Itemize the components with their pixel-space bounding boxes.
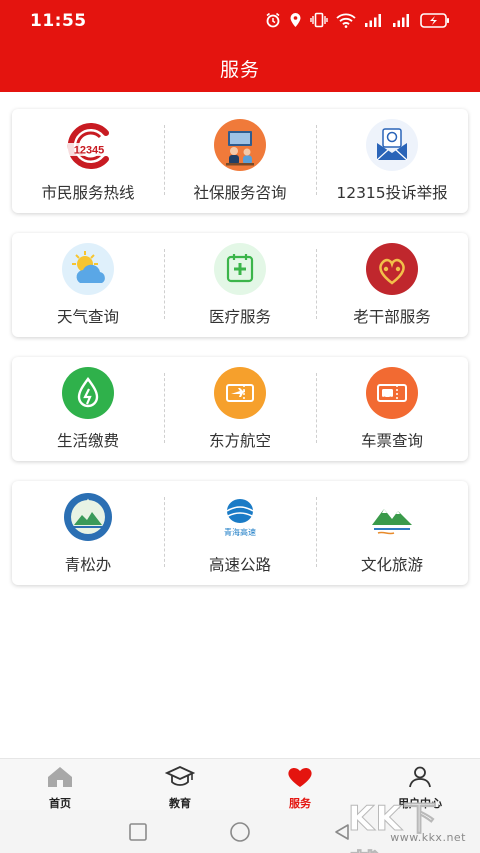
service-item-airline[interactable]: 东方航空 xyxy=(164,357,316,461)
utility-payment-icon xyxy=(62,367,114,419)
service-item-social-security[interactable]: 社保服务咨询 xyxy=(164,109,316,213)
service-label: 12315投诉举报 xyxy=(336,184,448,202)
service-label: 东方航空 xyxy=(208,432,271,450)
service-label: 高速公路 xyxy=(208,556,271,574)
service-label: 市民服务热线 xyxy=(41,184,135,202)
status-bar: 11:55 xyxy=(0,0,480,44)
service-label: 青松办 xyxy=(64,556,112,574)
service-item-highway[interactable]: 青海高速 高速公路 xyxy=(164,481,316,585)
service-item-medical[interactable]: 医疗服务 xyxy=(164,233,316,337)
culture-tourism-logo-icon xyxy=(366,491,418,543)
back-triangle-icon[interactable] xyxy=(330,820,354,844)
tab-home[interactable]: 首页 xyxy=(0,759,120,810)
complaint-mail-icon xyxy=(366,119,418,171)
service-card-row-1: 12345 市民服务热线 社保服务咨询 12315投诉举报 xyxy=(12,109,468,213)
airline-ticket-icon xyxy=(214,367,266,419)
service-item-culture-tourism[interactable]: 文化旅游 xyxy=(316,481,468,585)
services-content: 12345 市民服务热线 社保服务咨询 12315投诉举报 天气查询 医疗服务 … xyxy=(0,92,480,758)
location-icon xyxy=(289,12,302,28)
tab-education[interactable]: 教育 xyxy=(120,759,240,810)
user-icon xyxy=(407,766,433,792)
alarm-icon xyxy=(265,12,281,28)
service-item-veteran[interactable]: 老干部服务 xyxy=(316,233,468,337)
service-item-weather[interactable]: 天气查询 xyxy=(12,233,164,337)
vibrate-icon xyxy=(310,12,328,28)
wifi-icon xyxy=(336,13,356,28)
qingsong-logo-icon xyxy=(62,491,114,543)
signal-icon xyxy=(392,13,412,27)
service-card-row-2: 天气查询 医疗服务 老干部服务 xyxy=(12,233,468,337)
service-item-hotline[interactable]: 12345 市民服务热线 xyxy=(12,109,164,213)
status-icons xyxy=(265,12,450,28)
recent-apps-icon[interactable] xyxy=(126,820,150,844)
service-label: 文化旅游 xyxy=(360,556,423,574)
tab-label: 教育 xyxy=(169,797,191,810)
app-header: 服务 xyxy=(0,44,480,92)
service-label: 老干部服务 xyxy=(353,308,431,326)
hotline-number-text: 12345 xyxy=(74,145,105,157)
highway-logo-icon: 青海高速 xyxy=(214,491,266,543)
battery-charging-icon xyxy=(420,12,450,28)
hotline-12345-icon: 12345 xyxy=(62,119,114,171)
service-label: 社保服务咨询 xyxy=(193,184,287,202)
bus-ticket-icon xyxy=(366,367,418,419)
graduation-cap-icon xyxy=(164,766,196,792)
signal-icon xyxy=(364,13,384,27)
status-time: 11:55 xyxy=(30,11,87,31)
veteran-cadre-icon xyxy=(366,243,418,295)
weather-icon xyxy=(62,243,114,295)
service-item-qingsong[interactable]: 青松办 xyxy=(12,481,164,585)
service-label: 医疗服务 xyxy=(208,308,271,326)
service-item-complaint[interactable]: 12315投诉举报 xyxy=(316,109,468,213)
service-item-utility[interactable]: 生活缴费 xyxy=(12,357,164,461)
bottom-tab-bar: 首页 教育 服务 用户中心 xyxy=(0,758,480,810)
tab-label: 首页 xyxy=(49,797,71,810)
home-circle-icon[interactable] xyxy=(228,820,252,844)
service-card-row-4: 青松办 青海高速 高速公路 文化旅游 xyxy=(12,481,468,585)
home-icon xyxy=(46,766,74,792)
highway-logo-text: 青海高速 xyxy=(224,527,256,537)
tab-label: 用户中心 xyxy=(398,797,442,810)
tab-user-center[interactable]: 用户中心 xyxy=(360,759,480,810)
service-label: 天气查询 xyxy=(56,308,119,326)
system-nav-bar xyxy=(0,810,480,853)
social-security-icon xyxy=(214,119,266,171)
service-label: 车票查询 xyxy=(360,432,423,450)
heart-icon xyxy=(286,766,314,792)
service-label: 生活缴费 xyxy=(56,432,119,450)
medical-icon xyxy=(214,243,266,295)
tab-services[interactable]: 服务 xyxy=(240,759,360,810)
service-item-bus-ticket[interactable]: 车票查询 xyxy=(316,357,468,461)
page-title: 服务 xyxy=(219,58,260,81)
service-card-row-3: 生活缴费 东方航空 车票查询 xyxy=(12,357,468,461)
tab-label: 服务 xyxy=(289,797,311,810)
